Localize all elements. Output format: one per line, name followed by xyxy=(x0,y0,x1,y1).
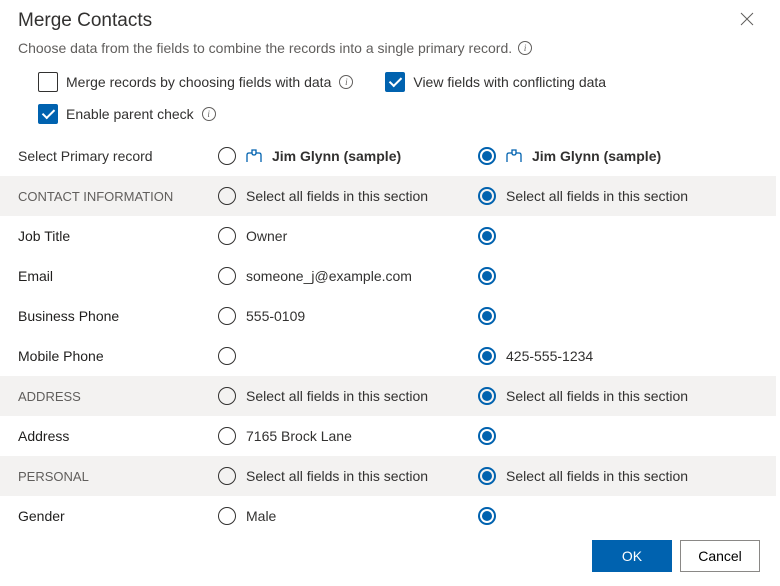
checkbox-label: Merge records by choosing fields with da… xyxy=(66,74,331,90)
info-icon[interactable]: i xyxy=(202,107,216,121)
field-label: Email xyxy=(0,256,200,296)
field-value-1[interactable]: Male xyxy=(200,496,460,528)
radio-primary-1[interactable] xyxy=(218,147,236,165)
options-area: Merge records by choosing fields with da… xyxy=(0,66,780,136)
field-label: Business Phone xyxy=(0,296,200,336)
cancel-button[interactable]: Cancel xyxy=(680,540,760,572)
section-select-all-2[interactable]: Select all fields in this section xyxy=(460,176,776,216)
select-all-label: Select all fields in this section xyxy=(246,188,428,204)
section-header: ADDRESS xyxy=(0,376,200,416)
radio[interactable] xyxy=(478,467,496,485)
record-name: Jim Glynn (sample) xyxy=(532,148,661,164)
field-value-2[interactable] xyxy=(460,296,776,336)
radio[interactable] xyxy=(218,187,236,205)
field-grid: Select Primary record Jim Glynn (sample)… xyxy=(0,136,776,528)
field-value-1[interactable]: someone_j@example.com xyxy=(200,256,460,296)
record-name: Jim Glynn (sample) xyxy=(272,148,401,164)
ok-button[interactable]: OK xyxy=(592,540,672,572)
select-all-label: Select all fields in this section xyxy=(506,188,688,204)
field-value-1[interactable]: Owner xyxy=(200,216,460,256)
section-select-all-1[interactable]: Select all fields in this section xyxy=(200,176,460,216)
radio[interactable] xyxy=(478,347,496,365)
dialog-subtitle: Choose data from the fields to combine t… xyxy=(0,36,780,66)
value-text: 425-555-1234 xyxy=(506,348,593,364)
close-button[interactable] xyxy=(734,10,760,32)
subtitle-text: Choose data from the fields to combine t… xyxy=(18,40,512,56)
radio[interactable] xyxy=(478,507,496,525)
checkbox-icon xyxy=(385,72,405,92)
field-label: Job Title xyxy=(0,216,200,256)
checkbox-icon xyxy=(38,104,58,124)
merge-contacts-dialog: Merge Contacts Choose data from the fiel… xyxy=(0,0,780,586)
checkbox-view-conflicts[interactable]: View fields with conflicting data xyxy=(385,72,606,92)
radio[interactable] xyxy=(218,227,236,245)
field-value-2[interactable] xyxy=(460,496,776,528)
radio[interactable] xyxy=(478,267,496,285)
section-header: PERSONAL xyxy=(0,456,200,496)
field-label: Mobile Phone xyxy=(0,336,200,376)
value-text: Owner xyxy=(246,228,287,244)
checkbox-label: View fields with conflicting data xyxy=(413,74,606,90)
field-value-1[interactable]: 7165 Brock Lane xyxy=(200,416,460,456)
contact-icon xyxy=(246,148,262,164)
radio[interactable] xyxy=(478,427,496,445)
section-select-all-2[interactable]: Select all fields in this section xyxy=(460,376,776,416)
value-text: 7165 Brock Lane xyxy=(246,428,352,444)
radio[interactable] xyxy=(218,347,236,365)
radio-primary-2[interactable] xyxy=(478,147,496,165)
close-icon xyxy=(740,12,754,26)
dialog-header: Merge Contacts xyxy=(0,0,780,36)
field-grid-scroll[interactable]: Select Primary record Jim Glynn (sample)… xyxy=(0,136,776,528)
radio[interactable] xyxy=(478,187,496,205)
select-all-label: Select all fields in this section xyxy=(246,388,428,404)
field-value-1[interactable]: 555-0109 xyxy=(200,296,460,336)
contact-icon xyxy=(506,148,522,164)
radio[interactable] xyxy=(478,307,496,325)
select-all-label: Select all fields in this section xyxy=(246,468,428,484)
section-select-all-1[interactable]: Select all fields in this section xyxy=(200,376,460,416)
select-all-label: Select all fields in this section xyxy=(506,468,688,484)
field-label: Gender xyxy=(0,496,200,528)
checkbox-enable-parent-check[interactable]: Enable parent check i xyxy=(38,104,762,124)
radio[interactable] xyxy=(218,267,236,285)
value-text: Male xyxy=(246,508,276,524)
select-all-label: Select all fields in this section xyxy=(506,388,688,404)
checkbox-label: Enable parent check xyxy=(66,106,194,122)
dialog-title: Merge Contacts xyxy=(18,10,152,32)
field-value-2[interactable] xyxy=(460,216,776,256)
section-header: CONTACT INFORMATION xyxy=(0,176,200,216)
radio[interactable] xyxy=(218,467,236,485)
primary-record-1[interactable]: Jim Glynn (sample) xyxy=(200,136,460,176)
primary-record-2[interactable]: Jim Glynn (sample) xyxy=(460,136,776,176)
radio[interactable] xyxy=(218,507,236,525)
checkbox-icon xyxy=(38,72,58,92)
field-value-2[interactable] xyxy=(460,256,776,296)
section-select-all-2[interactable]: Select all fields in this section xyxy=(460,456,776,496)
field-value-2[interactable] xyxy=(460,416,776,456)
dialog-footer: OK Cancel xyxy=(0,528,780,586)
radio[interactable] xyxy=(218,307,236,325)
info-icon[interactable]: i xyxy=(518,41,532,55)
checkbox-merge-by-data[interactable]: Merge records by choosing fields with da… xyxy=(38,72,353,92)
field-label: Address xyxy=(0,416,200,456)
radio[interactable] xyxy=(478,387,496,405)
value-text: someone_j@example.com xyxy=(246,268,412,284)
info-icon[interactable]: i xyxy=(339,75,353,89)
primary-record-label: Select Primary record xyxy=(0,136,200,176)
value-text: 555-0109 xyxy=(246,308,305,324)
section-select-all-1[interactable]: Select all fields in this section xyxy=(200,456,460,496)
radio[interactable] xyxy=(218,387,236,405)
radio[interactable] xyxy=(218,427,236,445)
field-value-2[interactable]: 425-555-1234 xyxy=(460,336,776,376)
field-value-1[interactable] xyxy=(200,336,460,376)
radio[interactable] xyxy=(478,227,496,245)
